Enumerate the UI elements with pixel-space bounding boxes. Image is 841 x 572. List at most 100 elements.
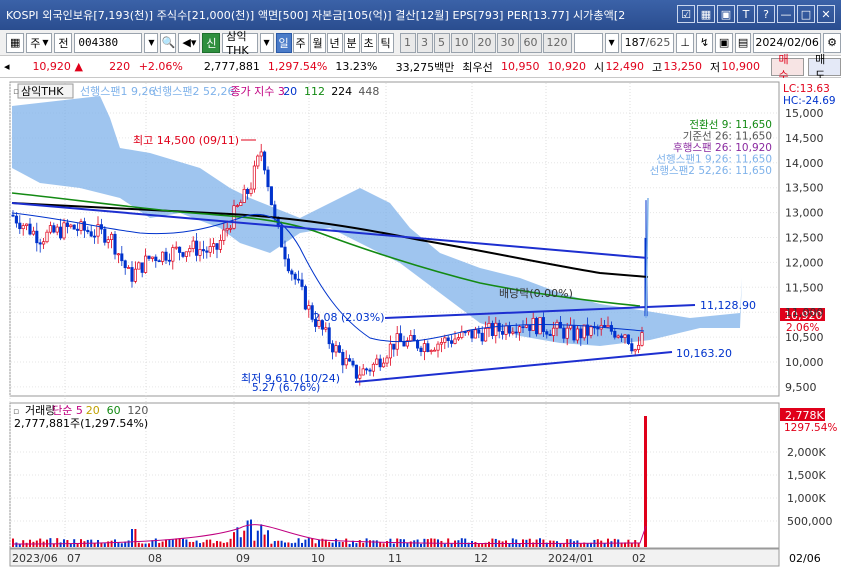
text-icon[interactable]: T [737,5,755,23]
candle-body [218,240,222,250]
candle-body [252,165,256,190]
candle-body [103,228,107,243]
price-legend-item: 448 [358,85,379,98]
interval-button[interactable]: 30 [496,32,519,53]
volume-bar [382,543,385,547]
screen-icon[interactable]: ▣ [717,5,735,23]
date-input[interactable]: 2024/02/06 [753,32,822,53]
minimize-icon[interactable]: — [777,5,795,23]
candle-body [266,169,270,188]
interval-input[interactable] [573,32,603,53]
volume-bar [175,538,178,547]
print-icon[interactable]: ▤ [735,32,752,53]
volume-bar [148,543,150,547]
candle-body [45,231,49,243]
candle-body [215,243,219,250]
candle-body [354,364,358,379]
edit-icon[interactable]: ☑ [677,5,695,23]
volume-bar [488,541,490,547]
candle-body [290,270,294,275]
volume-bar [311,538,314,547]
count-value: 187 [624,36,646,49]
candle-body [633,349,637,352]
search-icon[interactable]: 🔍 [160,32,177,53]
candle-body [518,326,522,333]
interval-button[interactable]: 20 [473,32,496,53]
candle-body [446,337,450,341]
high-price: 13,250 [663,60,703,73]
sell-button[interactable]: 매도 [808,53,841,82]
volume-bar [443,543,446,547]
chevron-down-icon[interactable]: ▼ [144,32,159,53]
candle-body [368,369,372,372]
interval-button[interactable]: 10 [450,32,473,53]
x-axis-label: 08 [148,552,162,565]
volume-bar [29,539,31,547]
market-label: 주 [30,36,41,50]
grid-layout-icon[interactable]: ▦ [6,32,25,53]
candle-body [164,251,168,261]
candle-body [110,233,114,240]
candle-body [555,321,559,329]
candle-body [507,325,511,334]
stock-name-tag-label: 삼익THK [21,85,64,98]
volume-bar [267,530,269,547]
volume-bar [165,539,167,547]
lower-trend-value: 10,163.20 [676,347,732,360]
high-label: 고 [652,60,663,74]
volume-bar [188,541,191,547]
volume-bar [556,541,558,547]
chevron-down-icon[interactable]: ▼ [259,32,274,53]
close-icon[interactable]: ✕ [817,5,835,23]
interval-button[interactable]: 120 [542,32,572,53]
help-icon[interactable]: ? [757,5,775,23]
period-button[interactable]: 년 [326,32,343,53]
square-icon: ▫ [13,87,19,97]
maximize-icon[interactable]: □ [797,5,815,23]
volume-bar [413,540,416,547]
interval-button[interactable]: 5 [433,32,450,53]
prev-button[interactable]: 전 [54,32,73,53]
stock-code-input[interactable] [74,32,143,53]
candle-body [637,344,641,350]
period-button[interactable]: 틱 [377,32,394,53]
candle-body [524,324,528,328]
volume-bar [528,538,531,547]
period-button[interactable]: 일 [275,32,292,53]
candle-body [28,223,32,235]
count-display: 187/625 [620,32,675,53]
volume-bar [406,542,409,547]
candle-body [348,358,352,362]
period-button[interactable]: 초 [360,32,377,53]
volume-bar [158,542,161,547]
scroll-left-icon[interactable]: ◂ [0,56,19,78]
chart-type-icon[interactable]: ⊥ [676,32,694,53]
market-select[interactable]: 주 ▼ [26,32,53,53]
candle-body [324,327,328,330]
period-button[interactable]: 월 [309,32,326,53]
candle-body [184,251,188,257]
gear-icon[interactable]: ⚙ [823,32,841,53]
volume-bar [471,540,473,547]
save-icon[interactable]: ▣ [715,32,734,53]
volume-bar [260,524,263,547]
chevron-down-icon[interactable]: ▼ [604,32,619,53]
interval-button[interactable]: 1 [399,32,416,53]
volume-bar [277,540,280,547]
indicator-icon[interactable]: ↯ [695,32,714,53]
volume-bar [12,538,14,547]
period-button[interactable]: 분 [343,32,360,53]
period-button[interactable]: 주 [292,32,309,53]
grid-icon[interactable]: ▦ [697,5,715,23]
volume-bar [212,543,215,547]
interval-button[interactable]: 3 [416,32,433,53]
candle-body [246,188,250,194]
candle-body [18,222,22,230]
volume-bar [389,538,392,547]
buy-button[interactable]: 매수 [771,53,805,82]
candle-body [127,267,131,269]
interval-button[interactable]: 60 [519,32,542,53]
candle-body [426,343,430,352]
stock-chart[interactable]: 삼익THK ▫ 선행스팬1 9,26선행스팬2 52,26종가 지수 320 11… [0,78,841,572]
speaker-icon[interactable]: ◀▾ [178,32,201,53]
